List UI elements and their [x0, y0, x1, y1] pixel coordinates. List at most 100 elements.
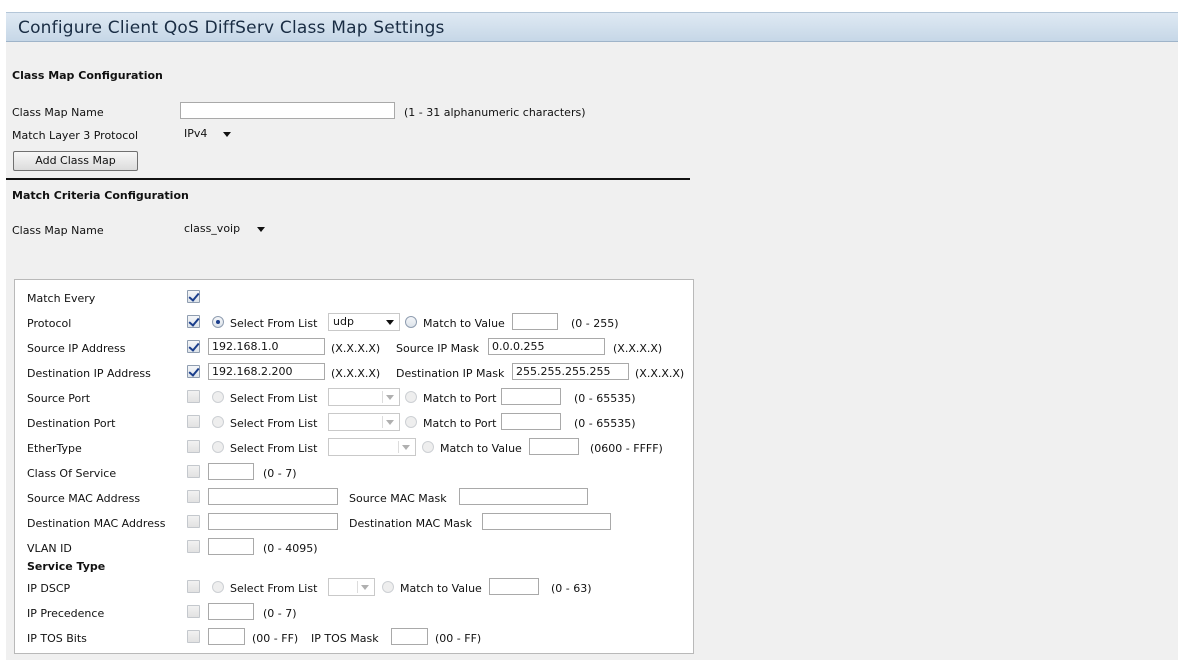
dest-port-select-from-list-label: Select From List	[230, 417, 318, 430]
ethertype-checkbox[interactable]	[187, 440, 200, 453]
select-separator	[382, 391, 383, 403]
source-mac-input[interactable]	[208, 488, 338, 505]
source-port-range: (0 - 65535)	[574, 392, 636, 405]
vlan-id-input[interactable]	[208, 538, 254, 555]
ip-dscp-list-select[interactable]	[328, 578, 375, 596]
cos-value-input[interactable]	[208, 463, 254, 480]
ip-dscp-label: IP DSCP	[27, 582, 71, 595]
class-map-config-heading: Class Map Configuration	[12, 69, 163, 82]
class-map-name-input[interactable]	[180, 102, 395, 119]
ethertype-value-input[interactable]	[529, 438, 579, 455]
source-ip-format: (X.X.X.X)	[331, 342, 381, 355]
dest-mac-input[interactable]	[208, 513, 338, 530]
chevron-down-icon	[386, 395, 394, 400]
layer3-protocol-select[interactable]: IPv4	[180, 126, 236, 144]
source-mac-label: Source MAC Address	[27, 492, 141, 505]
dest-mac-label: Destination MAC Address	[27, 517, 166, 530]
ethertype-match-to-value-radio[interactable]	[422, 441, 434, 453]
page-header: Configure Client QoS DiffServ Class Map …	[6, 12, 1178, 42]
select-separator	[382, 416, 383, 428]
ip-dscp-match-to-value-radio[interactable]	[382, 581, 394, 593]
protocol-list-value: udp	[333, 315, 354, 328]
class-map-name-hint: (1 - 31 alphanumeric characters)	[404, 106, 586, 119]
source-ip-input[interactable]: 192.168.1.0	[208, 338, 325, 355]
match-class-map-name-value: class_voip	[184, 222, 241, 235]
source-mac-checkbox[interactable]	[187, 490, 200, 503]
dest-port-select-from-list-radio[interactable]	[212, 416, 224, 428]
dest-port-match-to-port-radio[interactable]	[405, 416, 417, 428]
dest-port-list-select[interactable]	[328, 413, 400, 431]
select-separator	[398, 441, 399, 453]
dest-ip-checkbox[interactable]	[187, 365, 200, 378]
vlan-id-checkbox[interactable]	[187, 540, 200, 553]
dest-ip-mask-format: (X.X.X.X)	[635, 367, 685, 380]
ip-dscp-checkbox[interactable]	[187, 580, 200, 593]
source-port-match-to-port-radio[interactable]	[405, 391, 417, 403]
ip-precedence-input[interactable]	[208, 603, 254, 620]
protocol-checkbox[interactable]	[187, 315, 200, 328]
add-class-map-button[interactable]: Add Class Map	[13, 151, 138, 171]
chevron-down-icon	[402, 445, 410, 450]
protocol-list-select[interactable]: udp	[328, 313, 400, 331]
match-class-map-name-label: Class Map Name	[12, 224, 104, 237]
match-criteria-heading: Match Criteria Configuration	[12, 189, 189, 202]
dest-ip-format: (X.X.X.X)	[331, 367, 381, 380]
dest-ip-mask-label: Destination IP Mask	[396, 367, 505, 380]
protocol-label: Protocol	[27, 317, 72, 330]
cos-range: (0 - 7)	[263, 467, 297, 480]
dest-port-checkbox[interactable]	[187, 415, 200, 428]
dest-port-value-input[interactable]	[501, 413, 561, 430]
ip-tos-mask-label: IP TOS Mask	[311, 632, 379, 645]
class-map-name-label: Class Map Name	[12, 106, 104, 119]
vlan-id-label: VLAN ID	[27, 542, 72, 555]
ethertype-match-to-value-label: Match to Value	[440, 442, 522, 455]
source-port-match-to-port-label: Match to Port	[423, 392, 497, 405]
service-type-heading: Service Type	[27, 560, 106, 573]
source-port-select-from-list-label: Select From List	[230, 392, 318, 405]
ip-dscp-select-from-list-radio[interactable]	[212, 581, 224, 593]
protocol-select-from-list-label: Select From List	[230, 317, 318, 330]
source-mac-mask-label: Source MAC Mask	[349, 492, 447, 505]
protocol-match-to-value-radio[interactable]	[405, 316, 417, 328]
ip-tos-range: (00 - FF)	[252, 632, 299, 645]
ip-tos-input[interactable]	[208, 628, 245, 645]
source-port-select-from-list-radio[interactable]	[212, 391, 224, 403]
source-port-checkbox[interactable]	[187, 390, 200, 403]
ip-tos-mask-input[interactable]	[391, 628, 428, 645]
page-title: Configure Client QoS DiffServ Class Map …	[18, 18, 445, 38]
dest-port-match-to-port-label: Match to Port	[423, 417, 497, 430]
ethertype-select-from-list-label: Select From List	[230, 442, 318, 455]
source-port-value-input[interactable]	[501, 388, 561, 405]
chevron-down-icon	[386, 420, 394, 425]
source-mac-mask-input[interactable]	[459, 488, 588, 505]
chevron-down-icon	[257, 227, 265, 232]
source-ip-mask-input[interactable]: 0.0.0.255	[488, 338, 605, 355]
dest-ip-mask-input[interactable]: 255.255.255.255	[512, 363, 629, 380]
ethertype-list-select[interactable]	[328, 438, 416, 456]
dest-mac-checkbox[interactable]	[187, 515, 200, 528]
source-ip-mask-format: (X.X.X.X)	[613, 342, 663, 355]
dest-ip-input[interactable]: 192.168.2.200	[208, 363, 325, 380]
source-ip-checkbox[interactable]	[187, 340, 200, 353]
protocol-match-to-value-label: Match to Value	[423, 317, 505, 330]
content-area: Class Map Configuration Class Map Name (…	[6, 42, 1178, 660]
layer3-protocol-value: IPv4	[184, 127, 208, 140]
select-separator	[357, 581, 358, 593]
cos-checkbox[interactable]	[187, 465, 200, 478]
ip-dscp-value-input[interactable]	[489, 578, 539, 595]
protocol-select-from-list-radio[interactable]	[212, 316, 224, 328]
ip-dscp-range: (0 - 63)	[551, 582, 592, 595]
protocol-value-input[interactable]	[512, 313, 558, 330]
ethertype-select-from-list-radio[interactable]	[212, 441, 224, 453]
dest-mac-mask-input[interactable]	[482, 513, 611, 530]
source-port-label: Source Port	[27, 392, 91, 405]
source-port-list-select[interactable]	[328, 388, 400, 406]
ip-tos-checkbox[interactable]	[187, 630, 200, 643]
ip-tos-label: IP TOS Bits	[27, 632, 87, 645]
match-class-map-name-select[interactable]: class_voip	[180, 221, 270, 239]
match-every-checkbox[interactable]	[187, 290, 200, 303]
vlan-id-range: (0 - 4095)	[263, 542, 318, 555]
section-divider	[6, 178, 690, 180]
ip-dscp-match-to-value-label: Match to Value	[400, 582, 482, 595]
ip-precedence-checkbox[interactable]	[187, 605, 200, 618]
